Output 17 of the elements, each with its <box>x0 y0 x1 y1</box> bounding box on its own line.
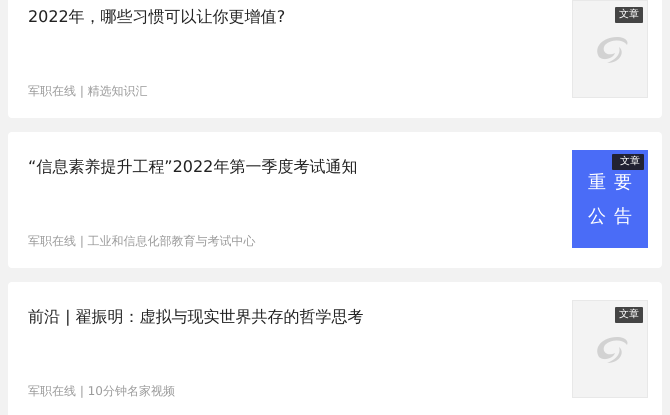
thumbnail[interactable]: 文章 <box>572 0 648 98</box>
type-badge: 文章 <box>612 154 644 170</box>
article-title[interactable]: 前沿 | 翟振明：虚拟与现实世界共存的哲学思考 <box>28 306 572 328</box>
article-source: 军职在线 | 10分钟名家视频 <box>28 383 176 400</box>
article-source: 军职在线 | 精选知识汇 <box>28 83 149 100</box>
notice-text: 公告 <box>587 205 640 228</box>
notice-text: 重要 <box>587 171 640 194</box>
type-badge: 文章 <box>615 7 643 23</box>
article-card[interactable]: 2022年，哪些习惯可以让你更增值? 军职在线 | 精选知识汇 文章 <box>8 0 662 118</box>
article-card[interactable]: 前沿 | 翟振明：虚拟与现实世界共存的哲学思考 军职在线 | 10分钟名家视频 文章 <box>8 282 662 415</box>
thumbnail[interactable]: 文章 <box>572 300 648 398</box>
article-source: 军职在线 | 工业和信息化部教育与考试中心 <box>28 233 257 250</box>
notice-thumbnail[interactable]: 文章 重要 公告 <box>572 150 648 248</box>
article-card[interactable]: “信息素养提升工程”2022年第一季度考试通知 军职在线 | 工业和信息化部教育与考试中心 文章 重要 公告 <box>8 132 662 268</box>
article-title[interactable]: 2022年，哪些习惯可以让你更增值? <box>28 6 572 28</box>
article-title[interactable]: “信息素养提升工程”2022年第一季度考试通知 <box>28 156 572 178</box>
type-badge: 文章 <box>615 307 643 323</box>
